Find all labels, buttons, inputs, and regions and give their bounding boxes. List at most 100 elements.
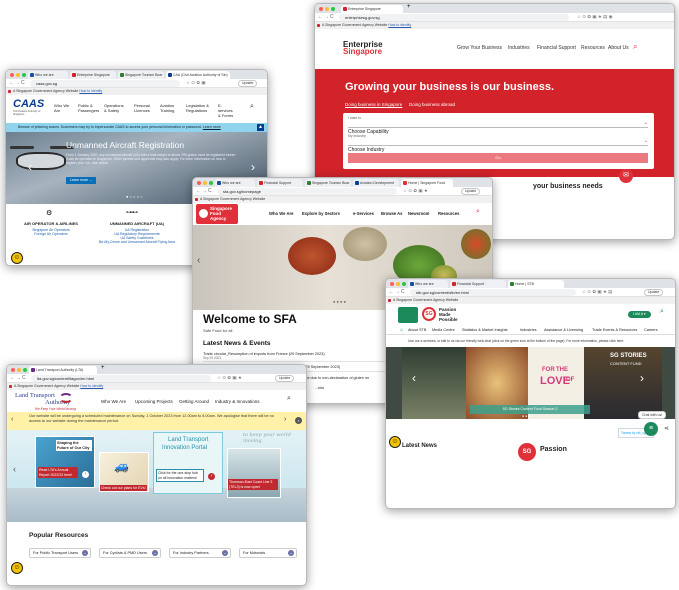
tab-who-we-are[interactable]: Who we are (28, 71, 68, 79)
extensions-icon[interactable]: ☆ ⊙ ✿ ▣ ★ ▤ ◉ (577, 14, 613, 20)
url-field[interactable]: enterprisesg.gov.sg (339, 14, 569, 21)
chatbot-smiley-icon[interactable]: ☺ (389, 436, 401, 448)
nav-who-we-are[interactable]: Who We Are (54, 103, 70, 118)
hero-learn-more[interactable]: Learn more → (66, 177, 97, 184)
carousel-dots[interactable]: ● ● ● (522, 414, 530, 418)
nav-aviation-training[interactable]: Aviation Training (160, 103, 178, 118)
window-controls[interactable] (319, 7, 335, 11)
nav-assistance[interactable]: Assistance & Licensing (544, 326, 583, 335)
gov-link[interactable]: How to identify (80, 384, 103, 388)
nav-trade-events[interactable]: Trade Events & Resources (592, 326, 637, 335)
nav-arrows-icon[interactable]: ←→C (10, 375, 27, 381)
nav-arrows-icon[interactable]: ←→C (9, 80, 26, 86)
carousel-dots[interactable]: ● ● ● ● (333, 299, 346, 304)
nav-financial-support[interactable]: Financial Support (537, 45, 576, 51)
nav-industry-innovations[interactable]: Industry & Innovations (215, 399, 260, 404)
search-icon[interactable]: ⌕ (476, 208, 480, 216)
resource-public-transport[interactable]: For Public Transport Users ⌄ (29, 548, 91, 558)
tab-caas[interactable]: CAA (Civil Aviation Authority of Sin) (166, 71, 230, 79)
capability-select[interactable]: Choose Capability ⌄ (348, 120, 648, 135)
tab-aviation[interactable]: Aviation Development (353, 179, 399, 187)
tab-financial[interactable]: Financial Support (257, 179, 303, 187)
nav-arrows-icon[interactable]: ←→C (389, 289, 406, 295)
nav-arrows-icon[interactable]: ←→C (318, 14, 335, 20)
chatbot-smiley-icon[interactable]: ☺ (11, 562, 23, 574)
update-button[interactable]: Update (644, 289, 664, 296)
next-arrow-icon[interactable]: › (284, 416, 286, 423)
nav-who-we-are[interactable]: Who We Are (101, 399, 126, 404)
resource-industry-partners[interactable]: For Industry Partners ⌄ (169, 548, 231, 558)
tab-financial[interactable]: Financial Support (450, 280, 506, 288)
nav-about-us[interactable]: About Us (608, 45, 629, 51)
sfa-logo[interactable]: Singapore Food Agency (196, 204, 238, 224)
extensions-icon[interactable]: ☆ ⊙ ✿ ▣ ★ ▤ (582, 289, 612, 295)
tab-doing-business-sg[interactable]: Doing business in Singapore (345, 102, 402, 107)
tab-lta[interactable]: Land Transport Authority (LTA) (29, 366, 97, 374)
alert-close-icon[interactable]: × (295, 417, 302, 424)
carousel-prev-icon[interactable]: ‹ (412, 371, 416, 385)
search-icon[interactable]: ⌕ (287, 395, 291, 403)
window-controls[interactable] (390, 282, 406, 286)
nav-personal-licences[interactable]: Personal Licences (134, 103, 152, 118)
nav-arrows-icon[interactable]: ←→C (196, 188, 213, 194)
nav-eservices[interactable]: E-services & Forms (218, 103, 236, 118)
card-innovation-portal[interactable]: Land Transport Innovation Portal Click f… (153, 432, 223, 494)
window-controls[interactable] (197, 181, 213, 185)
stb-logo-mark[interactable] (398, 307, 418, 323)
chat-with-us-bubble[interactable]: Chat with us! (638, 411, 667, 419)
nav-browse-as[interactable]: Browse As (381, 211, 403, 216)
tab-enterprise[interactable]: Enterprise Singapore (341, 5, 403, 13)
url-field[interactable]: caas.gov.sg (30, 80, 180, 87)
url-field[interactable]: lta.gov.sg/content/ltagov/en.html (31, 375, 211, 382)
caas-logo[interactable]: CAAS Civil Aviation Authority of Singapo… (13, 99, 45, 117)
carousel-prev-icon[interactable]: ‹ (28, 160, 32, 174)
search-icon[interactable]: ⌕ (250, 103, 254, 111)
window-controls[interactable] (10, 73, 26, 77)
industry-select[interactable]: Choose Industry ⌄ (348, 138, 648, 153)
nav-media-centre[interactable]: Media Centre (432, 326, 455, 335)
alert-learn-more[interactable]: Learn more (203, 125, 221, 129)
extensions-icon[interactable]: ☆ ⊙ ✿ ▣ (186, 80, 206, 86)
nav-careers[interactable]: Careers (644, 326, 658, 335)
window-controls[interactable] (11, 368, 27, 372)
nav-who-we-are[interactable]: Who We Are (269, 211, 293, 216)
extensions-icon[interactable]: ☆ ⊙ ✿ ▣ ★ (403, 188, 428, 194)
carousel-next-icon[interactable]: › (640, 371, 644, 385)
gov-link[interactable]: How to identify (79, 89, 102, 93)
carousel-prev-icon[interactable]: ‹ (13, 464, 16, 474)
home-icon[interactable]: ⌂ (400, 326, 403, 335)
tab-stb[interactable]: Home | STB (508, 280, 564, 288)
tab-stb[interactable]: Singapore Tourism Boar (305, 179, 351, 187)
chatbot-smiley-icon[interactable]: ☺ (11, 252, 23, 264)
tab-enterprise[interactable]: Enterprise Singapore (70, 71, 116, 79)
nav-resources[interactable]: Resources (438, 211, 459, 216)
tab-who-we-are[interactable]: Who we are (408, 280, 448, 288)
nav-industries[interactable]: Industries (520, 326, 536, 335)
resource-motorists[interactable]: For Motorists ⌄ (239, 548, 297, 558)
search-icon[interactable]: ⌕ (633, 42, 637, 52)
tab-who-we-are[interactable]: Who we are (215, 179, 255, 187)
tab-doing-business-abroad[interactable]: Doing business abroad (409, 102, 455, 107)
new-tab-button[interactable]: + (101, 365, 105, 371)
tab-sfa[interactable]: Home | Singapore Food (401, 179, 453, 187)
card-tel3[interactable]: Thomson-East Coast Line 3 (TEL3) is now … (227, 448, 281, 498)
gov-link[interactable]: How to identify (388, 23, 411, 27)
resource-cyclists[interactable]: For Cyclists & PMD Users ⌄ (99, 548, 161, 558)
cat-link[interactable]: Foreign Air Operators (10, 232, 92, 236)
nav-grow-business[interactable]: Grow Your Business (457, 45, 502, 51)
share-icon[interactable]: ⋖ (664, 425, 669, 432)
i-am-a-dropdown[interactable]: I AM A ▾ (628, 311, 651, 318)
card-shaping-future[interactable]: Shaping the Future of Our City Read LTA'… (35, 436, 95, 488)
carousel-dots[interactable]: ● ○ ○ ○ ○ (126, 194, 143, 199)
update-button[interactable]: Update (461, 188, 481, 195)
tab-stb[interactable]: Singapore Tourism Boar (118, 71, 164, 79)
nav-explore-sectors[interactable]: Explore by Sectors (302, 211, 340, 216)
nav-getting-around[interactable]: Getting Around (179, 399, 209, 404)
card-ev-plans[interactable]: 🚙 Check out our plans for EVs! (99, 452, 149, 492)
nav-about-stb[interactable]: About STB (408, 326, 426, 335)
extensions-icon[interactable]: ☆ ⊙ ✿ ▣ ★ (217, 375, 242, 381)
nav-legislation[interactable]: Legislation & Regulations (186, 103, 210, 118)
enterprise-logo[interactable]: Enterprise Singapore (343, 41, 383, 56)
prev-arrow-icon[interactable]: ‹ (11, 416, 13, 423)
update-button[interactable]: Update (238, 80, 258, 87)
